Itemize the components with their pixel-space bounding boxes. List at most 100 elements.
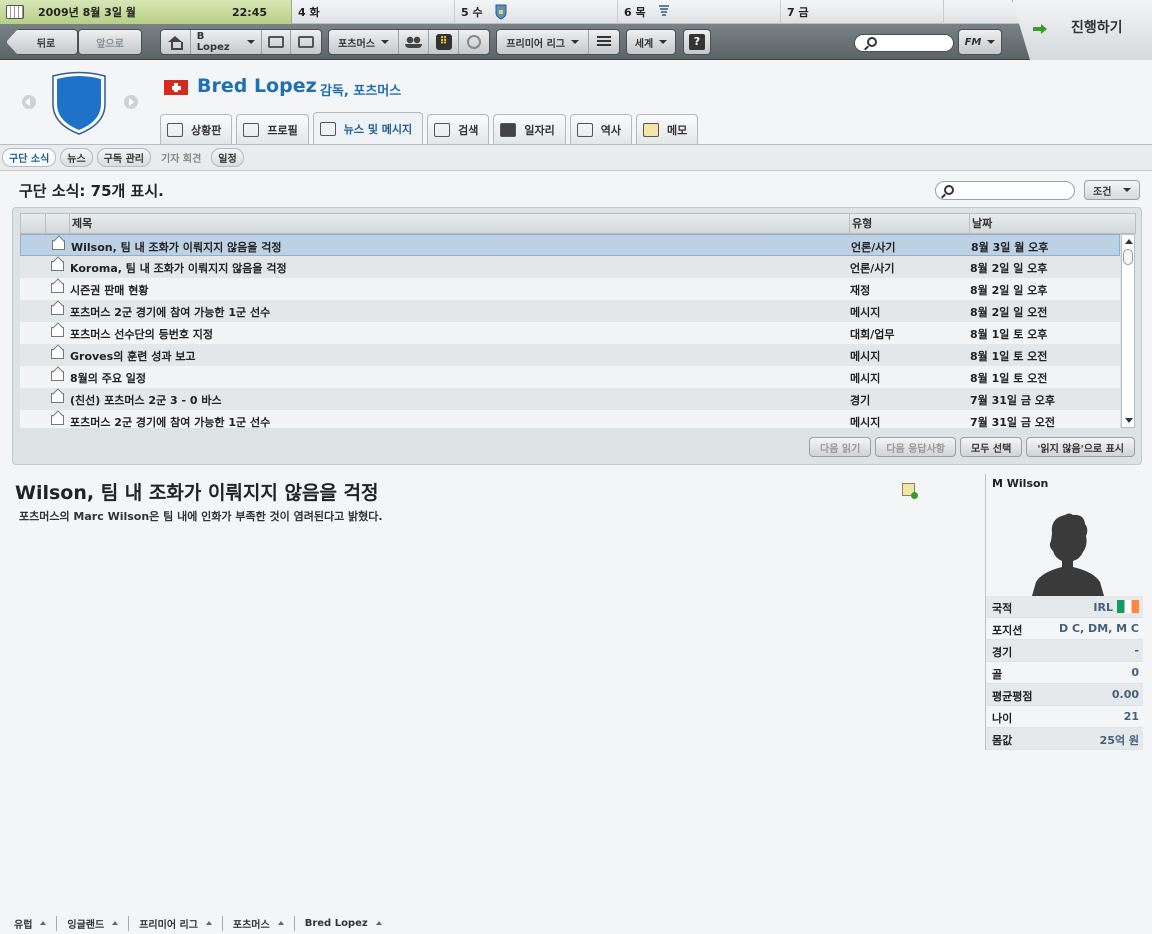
table-row[interactable]: Wilson, 팀 내 조화가 이뤄지지 않음을 걱정 언론/사기 8월 3일 월 … <box>20 234 1120 256</box>
breadcrumb-item[interactable]: Bred Lopez <box>305 918 392 929</box>
tab-search[interactable]: 검색 <box>427 114 490 144</box>
envelope-icon <box>51 415 64 425</box>
list-actions: 다음 읽기 다음 응답사항 모두 선택 '읽지 않음'으로 표시 <box>809 437 1135 457</box>
table-row[interactable]: 포츠머스 선수단의 등번호 지정 대회/업무 8월 1일 토 오후 <box>20 322 1120 344</box>
previous-manager-icon[interactable] <box>22 95 36 109</box>
select-all-button[interactable]: 모두 선택 <box>960 437 1023 457</box>
toolbar-search-input[interactable] <box>854 34 954 52</box>
filter-dropdown[interactable]: 조건 <box>1084 180 1140 200</box>
manager-role[interactable]: 감독, 포츠머스 <box>320 80 401 99</box>
add-note-icon[interactable] <box>902 483 918 499</box>
help-button[interactable]: ? <box>683 29 711 55</box>
row-type: 메시지 <box>850 350 881 363</box>
row-type: 메시지 <box>850 372 881 385</box>
world-menu[interactable]: 세계 <box>627 30 675 54</box>
tab-news-messages[interactable]: 뉴스 및 메시지 <box>312 112 424 144</box>
home-icon <box>167 122 183 137</box>
stat-label: 평균평점 <box>992 690 1033 703</box>
breadcrumb-item[interactable]: 프리미어 리그 <box>139 915 223 931</box>
stat-label: 나이 <box>992 712 1013 725</box>
fm-menu-button[interactable]: FM <box>958 29 1002 55</box>
row-type: 언론/사기 <box>850 262 895 275</box>
breadcrumb-item[interactable]: 잉글랜드 <box>67 915 130 931</box>
column-type[interactable]: 유형 <box>849 214 969 234</box>
tab-label: 메모 <box>667 123 688 137</box>
subnav-schedule[interactable]: 일정 <box>211 148 244 167</box>
column-date[interactable]: 날짜 <box>969 214 1135 234</box>
row-type: 언론/사기 <box>851 241 896 254</box>
stat-value: D C, DM, M C <box>1059 622 1139 635</box>
stat-label: 몸값 <box>992 734 1013 747</box>
continue-button[interactable]: 진행하기 <box>1012 0 1152 60</box>
messages-list: Wilson, 팀 내 조화가 이뤄지지 않음을 걱정 언론/사기 8월 3일 월 … <box>20 234 1120 428</box>
stat-row: 국적 IRL <box>986 596 1143 618</box>
manager-menu[interactable]: B Lopez <box>191 30 262 54</box>
world-group: 세계 <box>626 29 676 55</box>
player-name[interactable]: M Wilson <box>992 477 1048 490</box>
tab-overview[interactable]: 상황판 <box>160 114 233 144</box>
club-menu[interactable]: 포츠머스 <box>329 30 399 54</box>
list-scrollbar[interactable] <box>1121 234 1135 428</box>
row-date: 8월 2일 일 오후 <box>970 262 1048 275</box>
history-book-icon <box>576 122 593 137</box>
calendar-today[interactable]: 2009년 8월 3일 월 22:45 <box>0 0 292 24</box>
mark-unread-button[interactable]: '읽지 않음'으로 표시 <box>1026 437 1135 457</box>
switzerland-flag-icon <box>164 80 188 95</box>
column-flag[interactable] <box>21 214 45 234</box>
subnav-news[interactable]: 뉴스 <box>60 148 93 167</box>
tab-history[interactable]: 역사 <box>569 114 633 144</box>
table-row[interactable]: 포츠머스 2군 경기에 참여 가능한 1군 선수 메시지 8월 2일 일 오전 <box>20 300 1120 322</box>
calendar-day[interactable]: 7 금 <box>781 0 944 24</box>
next-reply-button[interactable]: 다음 응답사항 <box>875 437 957 457</box>
forward-button[interactable]: 앞으로 <box>78 29 142 55</box>
squad-button[interactable] <box>399 30 429 54</box>
day-label: 7 금 <box>787 6 809 19</box>
stat-row: 경기 - <box>986 640 1143 662</box>
row-date: 7월 31일 금 오후 <box>970 394 1056 407</box>
league-group: 프리미어 리그 <box>496 29 620 55</box>
subnav-subscriptions[interactable]: 구독 관리 <box>96 148 151 167</box>
envelope-icon <box>51 393 64 403</box>
table-row[interactable]: Koroma, 팀 내 조화가 이뤄지지 않음을 걱정 언론/사기 8월 2일 일 … <box>20 256 1120 278</box>
scroll-up-icon[interactable] <box>1125 239 1133 244</box>
breadcrumb-item[interactable]: 포츠머스 <box>233 915 295 931</box>
table-row[interactable]: 시즌권 판매 현황 재정 8월 2일 일 오후 <box>20 278 1120 300</box>
subnav-club-news[interactable]: 구단 소식 <box>2 148 57 167</box>
back-button[interactable]: 뒤로 <box>6 29 78 55</box>
home-button[interactable] <box>161 30 191 54</box>
column-title[interactable]: 제목 <box>69 214 849 234</box>
tab-profile[interactable]: 프로필 <box>236 114 309 144</box>
tactics-icon: ⠿ <box>435 34 452 50</box>
table-row[interactable]: 8월의 주요 일정 메시지 8월 1일 토 오전 <box>20 366 1120 388</box>
row-type: 메시지 <box>850 306 881 319</box>
inbox-button[interactable] <box>262 30 292 54</box>
table-row[interactable]: Groves의 훈련 성과 보고 메시지 8월 1일 토 오전 <box>20 344 1120 366</box>
next-manager-icon[interactable] <box>124 95 138 109</box>
table-row[interactable]: (친선) 포츠머스 2군 3 - 0 바스 경기 7월 31일 금 오후 <box>20 388 1120 410</box>
tab-notes[interactable]: 메모 <box>636 114 699 144</box>
table-row[interactable]: 포츠머스 2군 경기에 참여 가능한 1군 선수 메시지 7월 31일 금 오전 <box>20 410 1120 428</box>
chevron-up-icon <box>40 921 47 925</box>
chevron-down-icon <box>1123 188 1132 192</box>
manager-menu-label: B Lopez <box>196 31 230 53</box>
subnav-press-conference[interactable]: 기자 회견 <box>155 148 207 167</box>
stat-row: 나이 21 <box>986 706 1143 728</box>
calendar-day[interactable]: 6 목 <box>618 0 781 24</box>
column-read[interactable] <box>45 214 69 234</box>
stat-value: 21 <box>1123 710 1139 723</box>
calendar-day[interactable]: 5 수 <box>455 0 618 24</box>
scroll-down-icon[interactable] <box>1125 418 1133 423</box>
news-button[interactable] <box>291 30 321 54</box>
tab-jobs[interactable]: 일자리 <box>493 114 566 144</box>
calendar-day[interactable]: 4 화 <box>292 0 455 24</box>
scroll-thumb[interactable] <box>1123 249 1133 265</box>
tactics-button[interactable]: ⠿ <box>429 30 459 54</box>
finance-button[interactable] <box>459 30 489 54</box>
next-unread-button[interactable]: 다음 읽기 <box>809 437 872 457</box>
chevron-down-icon <box>659 40 668 44</box>
breadcrumb-item[interactable]: 유럽 <box>14 915 58 931</box>
league-menu[interactable]: 프리미어 리그 <box>497 30 590 54</box>
search-input[interactable] <box>935 181 1075 200</box>
calendar-icon[interactable] <box>6 5 24 19</box>
league-table-button[interactable] <box>589 30 619 54</box>
